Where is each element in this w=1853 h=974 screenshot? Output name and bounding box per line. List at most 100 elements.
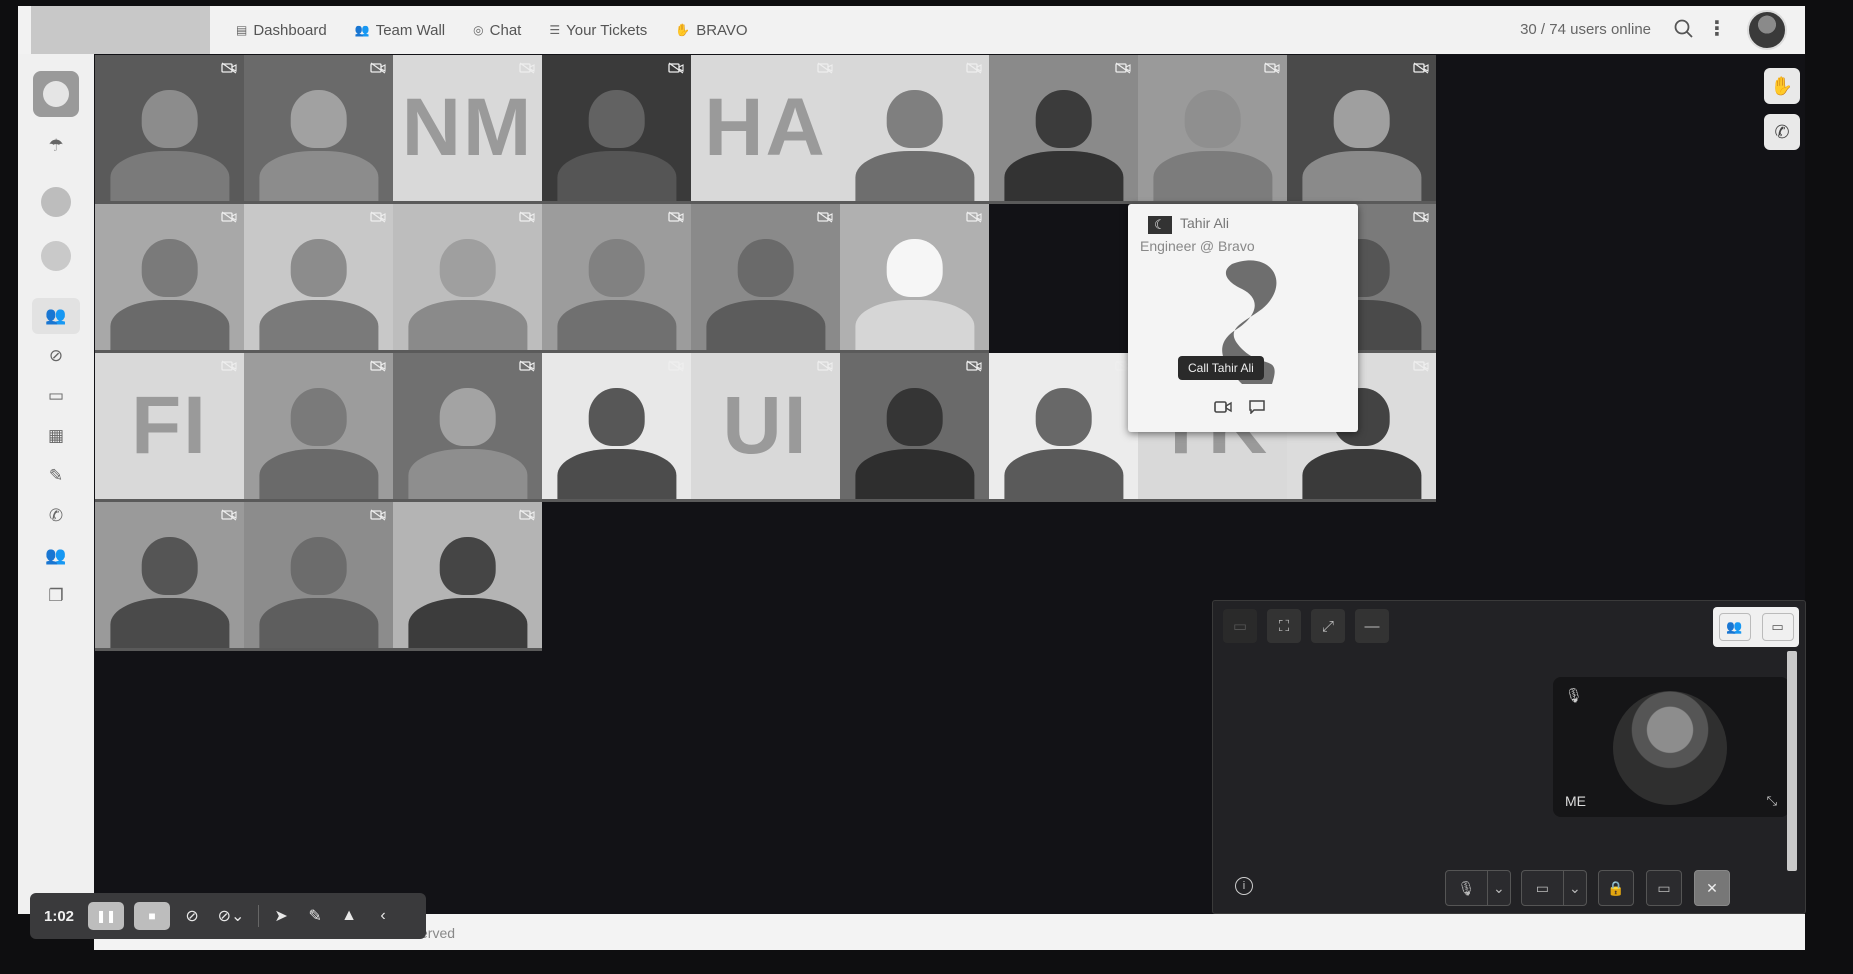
sidebar: ☂ 👥 ⊘ ▭ ▦ ✎ ✆ 👥 ❐ xyxy=(18,54,94,914)
message-button[interactable] xyxy=(1245,396,1269,418)
camera-off-button[interactable]: ▭ xyxy=(1223,609,1257,643)
participant-tile[interactable] xyxy=(989,55,1138,204)
mic-control[interactable]: 🎙 ⌄ xyxy=(1445,870,1511,906)
collapse-toolbar-icon[interactable]: ‹ xyxy=(371,902,395,930)
pause-recording-button[interactable]: ❚❚ xyxy=(88,902,125,930)
sidebar-item-users[interactable]: 👥 xyxy=(32,538,80,574)
sidebar-item-workspace-1[interactable] xyxy=(32,184,80,220)
lock-button[interactable]: 🔒 xyxy=(1598,870,1634,906)
mic-off-toggle-icon[interactable]: ⊘⌄ xyxy=(214,902,248,930)
panel-side-actions: 👥 ▭ xyxy=(1713,607,1799,647)
sidebar-item-offline[interactable]: ⊘ xyxy=(32,338,80,374)
video-icon[interactable]: ▭ xyxy=(1522,871,1563,905)
sidebar-item-chat[interactable]: ▭ xyxy=(32,378,80,414)
participant-photo-body xyxy=(1003,151,1124,201)
nav-bravo[interactable]: ✋ BRAVO xyxy=(675,22,747,39)
highlighter-icon[interactable]: ▲ xyxy=(337,902,361,930)
participant-tile[interactable] xyxy=(542,204,691,353)
minimize-button[interactable]: — xyxy=(1355,609,1389,643)
participant-tile-initials[interactable]: NM xyxy=(393,55,542,204)
fullscreen-button[interactable]: ⛶ xyxy=(1267,609,1301,643)
self-avatar xyxy=(1613,691,1727,805)
participant-photo-head xyxy=(1035,388,1092,447)
participant-tile[interactable] xyxy=(244,353,393,502)
mic-icon[interactable]: 🎙 xyxy=(1446,871,1487,905)
info-icon[interactable]: i xyxy=(1235,877,1253,895)
nav-tickets-label: Your Tickets xyxy=(566,21,648,39)
participant-tile[interactable] xyxy=(95,502,244,651)
nav-chat-label: Chat xyxy=(489,21,522,39)
recording-timer: 1:02 xyxy=(44,907,75,925)
minimize-icon: — xyxy=(1364,617,1380,635)
search-icon[interactable] xyxy=(1673,18,1695,40)
camera-dropdown-chevron-icon[interactable]: ⌄ xyxy=(1562,871,1586,905)
camera-control[interactable]: ▭ ⌄ xyxy=(1521,870,1587,906)
user-avatar[interactable] xyxy=(1747,10,1787,50)
sidebar-item-edit[interactable]: ✎ xyxy=(32,458,80,494)
participant-tile[interactable] xyxy=(244,55,393,204)
raise-hand-button[interactable]: ✋ xyxy=(1764,68,1800,104)
camera-off-icon xyxy=(817,360,833,372)
mic-dropdown-chevron-icon[interactable]: ⌄ xyxy=(1486,871,1510,905)
lock-icon: 🔒 xyxy=(1607,879,1625,896)
nav-team-wall[interactable]: 👥 Team Wall xyxy=(355,22,445,39)
end-call-button[interactable]: ✕ xyxy=(1694,870,1730,906)
more-menu-icon[interactable]: ⋮ xyxy=(1707,16,1727,41)
sidebar-item-umbrella[interactable]: ☂ xyxy=(32,128,80,164)
phone-icon: ✆ xyxy=(48,506,64,525)
participant-tile[interactable] xyxy=(244,502,393,651)
participant-tile[interactable] xyxy=(393,353,542,502)
participant-tile-initials[interactable]: FI xyxy=(95,353,244,502)
participant-photo-body xyxy=(556,151,677,201)
participant-tile-initials[interactable]: UI xyxy=(691,353,840,502)
sidebar-item-calls[interactable]: ✆ xyxy=(32,498,80,534)
panel-scrollbar[interactable] xyxy=(1787,651,1797,871)
camera-off-icon xyxy=(1115,62,1131,74)
participant-tile[interactable] xyxy=(542,55,691,204)
sidebar-item-files[interactable]: ❐ xyxy=(32,578,80,614)
camera-off-icon xyxy=(668,360,684,372)
camera-off-toggle-icon[interactable]: ⊘ xyxy=(180,902,204,930)
participant-tile[interactable] xyxy=(95,204,244,353)
workspace-logo-icon xyxy=(43,81,69,107)
camera-off-icon xyxy=(519,360,535,372)
sidebar-item-workspace-2[interactable] xyxy=(32,238,80,274)
pen-icon[interactable]: ✎ xyxy=(303,902,327,930)
participant-tile[interactable] xyxy=(1138,55,1287,204)
participant-tile[interactable] xyxy=(95,55,244,204)
nav-team-wall-label: Team Wall xyxy=(375,21,446,39)
nav-tickets[interactable]: ☰ Your Tickets xyxy=(549,22,647,39)
participant-tile[interactable] xyxy=(691,204,840,353)
participant-tile[interactable] xyxy=(840,204,989,353)
sidebar-workspace-logo[interactable] xyxy=(32,70,80,118)
files-icon: ❐ xyxy=(48,586,64,605)
call-button[interactable]: ✆ xyxy=(1764,114,1800,150)
participants-button[interactable]: 👥 xyxy=(1718,613,1751,641)
participant-photo-body xyxy=(556,300,677,350)
pointer-icon[interactable]: ➤ xyxy=(269,902,293,930)
expand-button[interactable]: ⤢ xyxy=(1311,609,1345,643)
camera-off-icon xyxy=(519,62,535,74)
screen-share-button[interactable]: ▭ xyxy=(1646,870,1682,906)
sidebar-item-team[interactable]: 👥 xyxy=(32,298,80,334)
participant-tile[interactable] xyxy=(244,204,393,353)
expand-icon: ⤢ xyxy=(1321,617,1334,635)
participant-tile[interactable] xyxy=(989,353,1138,502)
participant-tile[interactable] xyxy=(542,353,691,502)
participant-tile-initials[interactable]: HA xyxy=(691,55,840,204)
participant-tile[interactable] xyxy=(1287,55,1436,204)
collapse-icon[interactable]: ⤡ xyxy=(1767,793,1777,809)
participant-tile[interactable] xyxy=(840,55,989,204)
participant-tile[interactable] xyxy=(393,502,542,651)
camera-off-icon xyxy=(966,62,982,74)
participant-tile[interactable] xyxy=(393,204,542,353)
top-bar: ▤ Dashboard 👥 Team Wall ◎ Chat ☰ Your Ti… xyxy=(18,6,1805,56)
chat-bubble-icon: ▭ xyxy=(1771,619,1784,634)
panel-chat-button[interactable]: ▭ xyxy=(1761,613,1794,641)
participant-tile[interactable] xyxy=(840,353,989,502)
nav-chat[interactable]: ◎ Chat xyxy=(473,22,521,39)
sidebar-item-media[interactable]: ▦ xyxy=(32,418,80,454)
nav-dashboard[interactable]: ▤ Dashboard xyxy=(236,22,327,39)
video-call-button[interactable] xyxy=(1211,396,1235,418)
stop-recording-button[interactable]: ■ xyxy=(134,902,171,930)
